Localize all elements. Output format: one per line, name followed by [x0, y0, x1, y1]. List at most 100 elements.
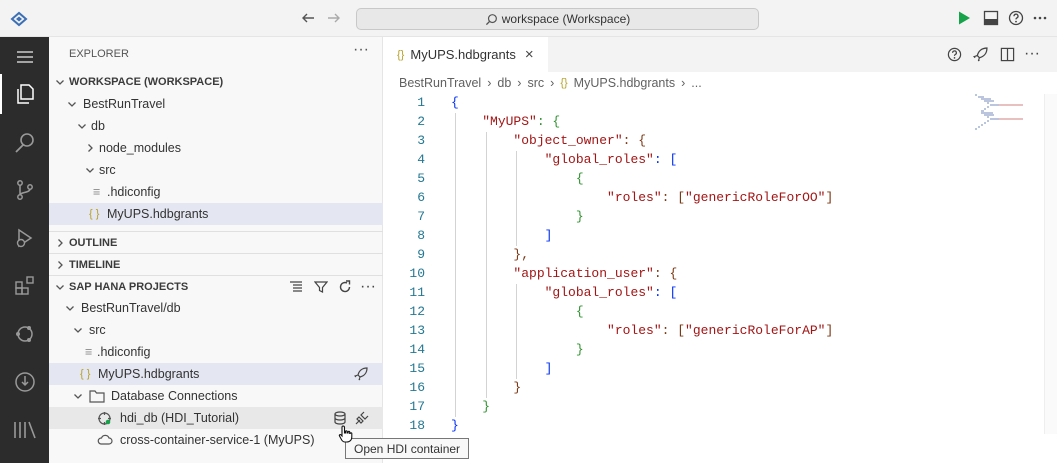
forward-arrow-icon[interactable] — [326, 10, 342, 26]
hana-item-cross-container[interactable]: cross-container-service-1 (MyUPS) — [49, 429, 383, 451]
code-line: "global_roles": [ — [544, 152, 678, 167]
back-arrow-icon[interactable] — [300, 10, 316, 26]
run-icon[interactable] — [956, 10, 972, 26]
editor-scrollbar[interactable] — [1044, 94, 1057, 434]
source-control-icon[interactable] — [0, 170, 49, 210]
hana-item-database-connections[interactable]: Database Connections — [49, 385, 383, 407]
line-number: 18 — [409, 418, 425, 433]
tree-item-hdiconfig[interactable]: ≡ .hdiconfig — [49, 181, 383, 203]
tree-item-src[interactable]: src — [49, 159, 383, 181]
json-braces-icon: {} — [397, 48, 405, 61]
chevron-down-icon — [74, 394, 82, 399]
run-debug-icon[interactable] — [0, 218, 49, 258]
help-circle-icon[interactable] — [943, 43, 965, 65]
tree-item-label: BestRunTravel/db — [81, 301, 181, 315]
code-line: }, — [513, 247, 530, 262]
code-line: } — [575, 209, 584, 224]
explorer-icon[interactable] — [0, 74, 49, 114]
tree-item-label: src — [89, 323, 106, 337]
collapse-all-icon[interactable] — [285, 276, 307, 298]
tree-item-db[interactable]: db — [49, 115, 383, 137]
library-icon[interactable] — [0, 410, 49, 450]
file-lines-icon: ≡ — [85, 345, 93, 359]
tree-item-bestruntravel[interactable]: BestRunTravel — [49, 93, 383, 115]
hana-more-icon[interactable]: ··· — [357, 276, 379, 298]
json-braces-icon: {} — [560, 77, 568, 89]
cloud-service-icon — [97, 433, 113, 447]
line-number: 3 — [417, 133, 425, 148]
line-number: 2 — [417, 114, 425, 129]
breadcrumb-item[interactable]: BestRunTravel — [399, 76, 481, 90]
filter-icon[interactable] — [310, 276, 332, 298]
line-number: 11 — [409, 285, 425, 300]
hana-section-header[interactable]: SAP HANA PROJECTS ··· — [49, 275, 383, 297]
hana-item-hdi-db[interactable]: hdi_db (HDI_Tutorial) — [49, 407, 383, 429]
code-line: "roles": ["genericRoleForOO"] — [607, 190, 834, 205]
outline-section-header[interactable]: OUTLINE — [49, 231, 383, 253]
search-icon[interactable] — [0, 123, 49, 163]
workspace-section-header[interactable]: WORKSPACE (WORKSPACE) — [49, 71, 383, 93]
toggle-panel-icon[interactable] — [983, 10, 999, 26]
chevron-down-icon — [66, 306, 74, 311]
hana-item-project[interactable]: BestRunTravel/db — [49, 297, 383, 319]
command-center-search[interactable]: workspace (Workspace) — [356, 8, 759, 30]
activity-bar — [0, 37, 49, 463]
code-line: { — [575, 304, 584, 319]
remote-explorer-icon[interactable] — [0, 314, 49, 354]
hana-header-label: SAP HANA PROJECTS — [69, 281, 189, 293]
tree-item-label: Database Connections — [111, 389, 238, 403]
tab-label: MyUPS.hdbgrants — [410, 47, 516, 62]
tree-item-label: db — [91, 119, 105, 133]
hana-item-src[interactable]: src — [49, 319, 383, 341]
menu-icon[interactable] — [0, 37, 49, 77]
minimap[interactable] — [973, 94, 1043, 434]
app-logo-icon — [10, 10, 28, 28]
help-icon[interactable] — [1008, 10, 1024, 26]
chevron-down-icon — [78, 124, 86, 129]
tree-item-node-modules[interactable]: node_modules — [49, 137, 383, 159]
sidebar: EXPLORER ··· WORKSPACE (WORKSPACE) BestR… — [49, 37, 383, 463]
breadcrumb-item[interactable]: db — [497, 76, 511, 90]
code-editor[interactable]: 1 {2 "MyUPS": {3 "object_owner": {4 "glob… — [383, 94, 973, 434]
line-number: 13 — [409, 323, 425, 338]
code-line: { — [451, 95, 459, 110]
code-line: } — [513, 380, 522, 395]
line-number: 15 — [409, 361, 425, 376]
unbind-plug-icon[interactable] — [351, 407, 373, 429]
chevron-right-icon — [58, 239, 63, 247]
line-number: 6 — [417, 190, 425, 205]
editor-more-icon[interactable]: ··· — [1021, 43, 1043, 65]
tree-item-label: MyUPS.hdbgrants — [98, 367, 200, 381]
line-number: 12 — [409, 304, 425, 319]
timeline-header-label: TIMELINE — [69, 259, 121, 271]
close-icon[interactable]: × — [525, 46, 534, 63]
deploy-rocket-icon[interactable] — [969, 43, 991, 65]
folder-plug-icon — [89, 389, 105, 403]
breadcrumb-item[interactable]: src — [527, 76, 544, 90]
sap-compass-icon[interactable] — [0, 362, 49, 402]
explorer-more-icon[interactable]: ··· — [353, 39, 369, 61]
timeline-section-header[interactable]: TIMELINE — [49, 253, 383, 275]
refresh-icon[interactable] — [334, 276, 356, 298]
code-line: "object_owner": { — [513, 133, 647, 148]
code-line: { — [575, 171, 584, 186]
more-icon[interactable] — [1032, 10, 1048, 26]
chevron-down-icon — [56, 285, 64, 290]
hana-item-myups-hdbgrants[interactable]: { } MyUPS.hdbgrants — [49, 363, 383, 385]
breadcrumb-item[interactable]: MyUPS.hdbgrants — [574, 76, 675, 90]
breadcrumb-item[interactable]: ... — [691, 76, 701, 90]
tree-item-myups-hdbgrants[interactable]: { } MyUPS.hdbgrants — [49, 203, 383, 225]
hana-item-hdiconfig[interactable]: ≡ .hdiconfig — [49, 341, 383, 363]
explorer-header: EXPLORER ··· — [49, 41, 383, 65]
tab-myups-hdbgrants[interactable]: {} MyUPS.hdbgrants × — [383, 37, 548, 72]
deploy-rocket-icon[interactable] — [350, 363, 372, 385]
tree-item-label: src — [99, 163, 116, 177]
chevron-right-icon: › — [550, 76, 555, 90]
title-bar: workspace (Workspace) — [0, 0, 1057, 37]
split-editor-icon[interactable] — [996, 43, 1018, 65]
line-number: 17 — [409, 399, 425, 414]
extensions-icon[interactable] — [0, 266, 49, 306]
workspace-header-label: WORKSPACE (WORKSPACE) — [69, 76, 224, 88]
tooltip: Open HDI container — [345, 438, 470, 459]
code-line: "global_roles": [ — [544, 285, 678, 300]
